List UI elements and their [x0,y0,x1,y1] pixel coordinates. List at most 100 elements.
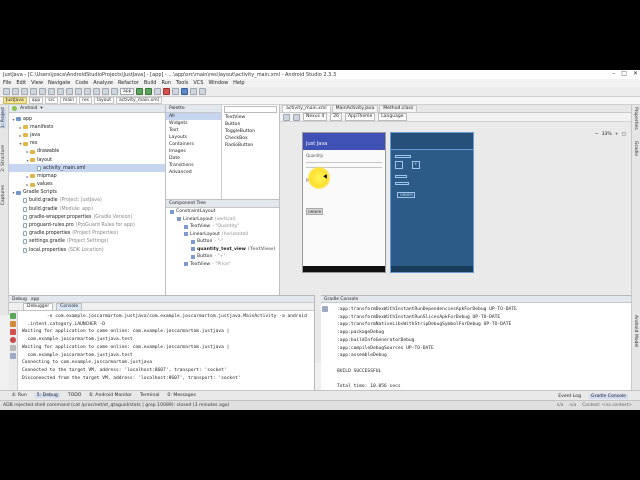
tree-item[interactable]: gradle.properties (Project Properties) [9,230,165,238]
back-icon[interactable] [93,88,100,95]
tool-tab-project[interactable]: 1: Project [1,107,6,129]
component-tree-item[interactable]: LinearLayout (horizontal) [166,231,279,239]
tab-console[interactable]: Console [56,302,83,311]
breadcrumb-item[interactable]: main [59,97,78,104]
tree-item[interactable]: ▾ Gradle Scripts [9,189,165,197]
project-view-select[interactable]: Android [20,106,37,111]
tree-item[interactable]: ▸ drawable [9,148,165,156]
component-tree-item[interactable]: TextView - "Quantity" [166,223,279,231]
palette-search-input[interactable] [224,106,277,113]
attach-debugger-icon[interactable] [154,88,162,95]
tool-tab-properties[interactable]: Properties [633,107,638,130]
component-tree-item[interactable]: ConstraintLayout [166,208,279,216]
tree-item[interactable]: ▸ java [9,131,165,139]
gradle-console-output[interactable]: :app:transformDexWithInstantRunDependenc… [337,306,627,391]
menu-build[interactable]: Build [144,80,157,86]
tool-tab-debug[interactable]: 5: Debug [34,393,60,398]
tree-item[interactable]: activity_main.xml [9,164,165,173]
pause-icon[interactable] [10,321,16,327]
find-icon[interactable] [75,88,82,95]
device-select[interactable]: Nexus 4 [303,113,328,121]
palette-item[interactable]: Button [222,121,279,128]
breadcrumb-item[interactable]: layout [93,97,115,104]
component-tree-item[interactable]: LinearLayout (vertical) [166,216,279,224]
tree-item[interactable]: proguard-rules.pro (ProGuard Rules for ap… [9,221,165,229]
clear-all-icon[interactable] [322,306,328,312]
tool-tab-android-model[interactable]: Android Model [633,315,638,347]
tree-item[interactable]: local.properties (SDK Location) [9,246,165,254]
zoom-out-icon[interactable]: − [595,132,599,137]
menu-refactor[interactable]: Refactor [118,80,139,86]
menu-file[interactable]: File [3,80,11,86]
editor-tab[interactable]: Method.class [379,104,418,113]
breadcrumb-item[interactable]: JustJava [3,97,27,104]
run-icon[interactable] [136,88,144,95]
android-device-monitor-icon[interactable] [190,88,198,95]
resume-icon[interactable] [10,313,16,319]
menu-edit[interactable]: Edit [16,80,26,86]
orientation-icon[interactable] [293,113,300,121]
tree-item[interactable]: ▸ manifests [9,123,165,131]
breadcrumb-item[interactable]: res [79,97,92,104]
stop-icon[interactable] [163,88,171,95]
tab-debugger[interactable]: Debugger [23,302,54,311]
tree-item[interactable]: ▾ layout [9,156,165,164]
tool-tab-gradle-console[interactable]: Gradle Console [589,393,628,399]
component-tree-item[interactable]: TextView - "Price" [166,261,279,269]
open-folder-icon[interactable] [3,88,10,95]
tree-item[interactable]: build.gradle (Project: JustJava) [9,197,165,205]
sync-icon[interactable] [21,88,28,95]
api-level-select[interactable]: 26 [330,113,342,121]
zoom-fit-icon[interactable]: ▢ [622,132,626,137]
editor-tab[interactable]: MainActivity.java [331,104,379,113]
minimize-icon[interactable]: – [612,70,615,77]
palette-item[interactable]: ToggleButton [222,128,279,135]
palette-item[interactable]: RadioButton [222,142,279,149]
tree-item[interactable]: ▾ res [9,140,165,148]
menu-tools[interactable]: Tools [176,80,188,86]
palette-category[interactable]: Transitions [166,162,221,169]
tree-item[interactable]: build.gradle (Module: app) [9,205,165,213]
tree-item[interactable]: ▸ values [9,181,165,189]
status-context[interactable]: Context: <no context> [582,403,632,408]
component-tree-item[interactable]: Button - "-" [166,238,279,246]
language-select[interactable]: Language [378,113,407,121]
save-icon[interactable] [12,88,19,95]
theme-select[interactable]: AppTheme [344,113,376,121]
palette-category[interactable]: Images [166,148,221,155]
stop-icon[interactable] [10,329,16,335]
tree-item[interactable]: ▸ mipmap [9,172,165,180]
close-icon[interactable]: ✕ [633,70,638,77]
palette-category[interactable]: Text [166,127,221,134]
tree-item[interactable]: ▾ app [9,115,165,123]
menu-analyze[interactable]: Analyze [93,80,113,86]
tool-tab-run[interactable]: 4: Run [12,393,27,398]
maximize-icon[interactable]: □ [621,70,627,77]
undo-icon[interactable] [30,88,37,95]
menu-window[interactable]: Window [208,80,228,86]
tool-tab-android-monitor[interactable]: 6: Android Monitor [89,393,132,398]
zoom-in-icon[interactable]: + [615,132,619,137]
redo-icon[interactable] [39,88,46,95]
debug-icon[interactable] [145,88,153,95]
palette-category[interactable]: Date [166,155,221,162]
tree-item[interactable]: gradle-wrapper.properties (Gradle Version… [9,213,165,221]
palette-category[interactable]: Widgets [166,120,221,127]
blueprint-preview[interactable]: - + ORDER [390,132,474,273]
run-config-select[interactable]: app [120,88,135,95]
forward-icon[interactable] [102,88,109,95]
palette-category[interactable]: Advanced [166,169,221,176]
breadcrumb-item[interactable]: src [45,97,58,104]
device-preview[interactable]: Just Java Quantity Price ORDER [302,132,386,273]
replace-icon[interactable] [84,88,91,95]
tool-tab-todo[interactable]: TODO [68,393,82,398]
design-surface-icon[interactable] [283,113,290,121]
palette-category[interactable]: Layouts [166,134,221,141]
chevron-down-icon[interactable]: ▾ [40,106,42,111]
tool-tab-gradle[interactable]: Gradle [633,141,638,156]
copy-icon[interactable] [57,88,64,95]
tree-item[interactable]: settings.gradle (Project Settings) [9,238,165,246]
cut-icon[interactable] [48,88,55,95]
breadcrumb-item[interactable]: activity_main.xml [116,97,162,104]
make-project-icon[interactable] [111,88,118,95]
